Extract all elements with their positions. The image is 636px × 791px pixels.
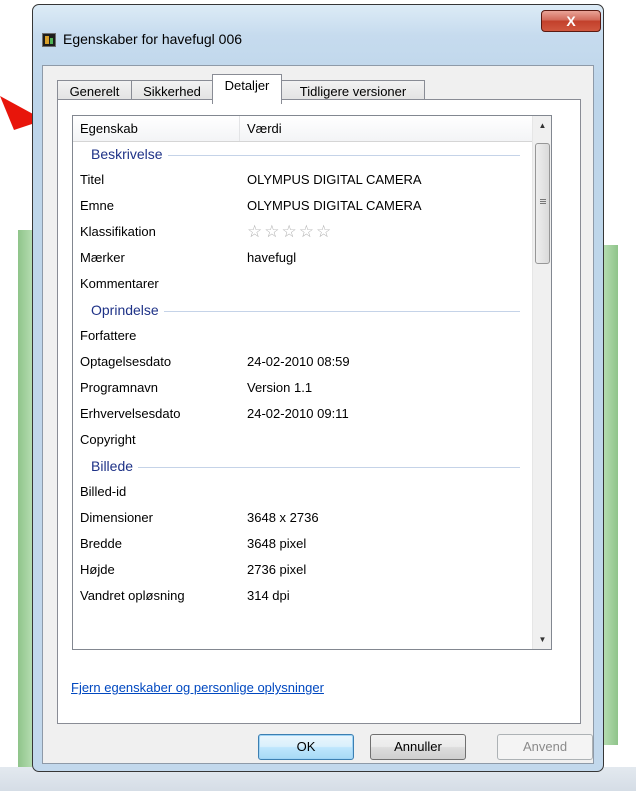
property-name: Dimensioner (80, 510, 153, 525)
table-row[interactable]: Erhvervelsesdato 24-02-2010 09:11 (73, 402, 532, 428)
grip-icon (540, 199, 546, 200)
table-row[interactable]: Dimensioner 3648 x 2736 (73, 506, 532, 532)
vertical-scrollbar[interactable]: ▲ ▼ (532, 116, 551, 649)
property-name: Kommentarer (80, 276, 159, 291)
table-row[interactable]: Programnavn Version 1.1 (73, 376, 532, 402)
table-row[interactable]: Copyright (73, 428, 532, 454)
list-rows: Beskrivelse Titel OLYMPUS DIGITAL CAMERA… (73, 142, 532, 610)
properties-dialog: Egenskaber for havefugl 006 X Generelt S… (32, 4, 604, 772)
image-file-icon (42, 33, 56, 47)
title-bar[interactable]: Egenskaber for havefugl 006 X (33, 5, 603, 65)
background-window-edge-left (18, 230, 32, 770)
table-row[interactable]: Billed-id (73, 480, 532, 506)
table-row[interactable]: Vandret opløsning 314 dpi (73, 584, 532, 610)
property-name: Højde (80, 562, 115, 577)
group-label: Oprindelse (91, 302, 164, 318)
properties-list[interactable]: Egenskab Værdi Beskrivelse Titel OLYMPUS… (72, 115, 552, 650)
property-name: Vandret opløsning (80, 588, 185, 603)
property-value[interactable]: OLYMPUS DIGITAL CAMERA (247, 172, 422, 187)
property-value[interactable]: 2736 pixel (247, 562, 306, 577)
property-value[interactable]: havefugl (247, 250, 296, 265)
property-value[interactable]: Version 1.1 (247, 380, 312, 395)
list-header: Egenskab Værdi (73, 116, 532, 142)
property-value[interactable]: 24-02-2010 08:59 (247, 354, 350, 369)
property-value[interactable]: 24-02-2010 09:11 (247, 406, 349, 421)
scrollbar-thumb[interactable] (535, 143, 550, 264)
group-header-beskrivelse[interactable]: Beskrivelse (73, 142, 532, 168)
property-name: Klassifikation (80, 224, 156, 239)
group-divider (91, 467, 520, 468)
dialog-client-area: Generelt Sikkerhed Detaljer Tidligere ve… (42, 65, 594, 764)
property-name: Emne (80, 198, 114, 213)
column-header-property[interactable]: Egenskab (73, 116, 240, 141)
group-header-billede[interactable]: Billede (73, 454, 532, 480)
table-row[interactable]: Optagelsesdato 24-02-2010 08:59 (73, 350, 532, 376)
property-name: Erhvervelsesdato (80, 406, 181, 421)
background-window-edge-right (604, 245, 618, 745)
property-name: Optagelsesdato (80, 354, 172, 369)
scroll-down-arrow-icon[interactable]: ▼ (533, 630, 551, 649)
property-name: Bredde (80, 536, 122, 551)
table-row[interactable]: Emne OLYMPUS DIGITAL CAMERA (73, 194, 532, 220)
details-tab-panel: Egenskab Værdi Beskrivelse Titel OLYMPUS… (57, 99, 581, 724)
column-header-value[interactable]: Værdi (240, 116, 532, 141)
property-name: Copyright (80, 432, 136, 447)
group-label: Billede (91, 458, 139, 474)
table-row[interactable]: Forfattere (73, 324, 532, 350)
table-row[interactable]: Bredde 3648 pixel (73, 532, 532, 558)
remove-properties-link[interactable]: Fjern egenskaber og personlige oplysning… (71, 680, 324, 695)
apply-button[interactable]: Anvend (497, 734, 593, 760)
cancel-button[interactable]: Annuller (370, 734, 466, 760)
rating-stars[interactable]: ☆☆☆☆☆ (247, 223, 333, 240)
property-value[interactable]: 3648 x 2736 (247, 510, 319, 525)
property-name: Forfattere (80, 328, 137, 343)
ok-button[interactable]: OK (258, 734, 354, 760)
property-name: Mærker (80, 250, 125, 265)
property-name: Titel (80, 172, 105, 187)
table-row[interactable]: Kommentarer (73, 272, 532, 298)
group-header-oprindelse[interactable]: Oprindelse (73, 298, 532, 324)
property-name: Programnavn (80, 380, 159, 395)
tab-detaljer[interactable]: Detaljer (212, 74, 282, 104)
close-button[interactable]: X (541, 10, 601, 32)
table-row[interactable]: Titel OLYMPUS DIGITAL CAMERA (73, 168, 532, 194)
table-row[interactable]: Klassifikation ☆☆☆☆☆ (73, 220, 532, 246)
group-label: Beskrivelse (91, 146, 168, 162)
table-row[interactable]: Højde 2736 pixel (73, 558, 532, 584)
property-name: Billed-id (80, 484, 127, 499)
table-row[interactable]: Mærker havefugl (73, 246, 532, 272)
property-value[interactable]: 314 dpi (247, 588, 290, 603)
property-value[interactable]: 3648 pixel (247, 536, 306, 551)
property-value[interactable]: OLYMPUS DIGITAL CAMERA (247, 198, 422, 213)
window-title: Egenskaber for havefugl 006 (63, 31, 243, 47)
scroll-up-arrow-icon[interactable]: ▲ (533, 116, 551, 135)
